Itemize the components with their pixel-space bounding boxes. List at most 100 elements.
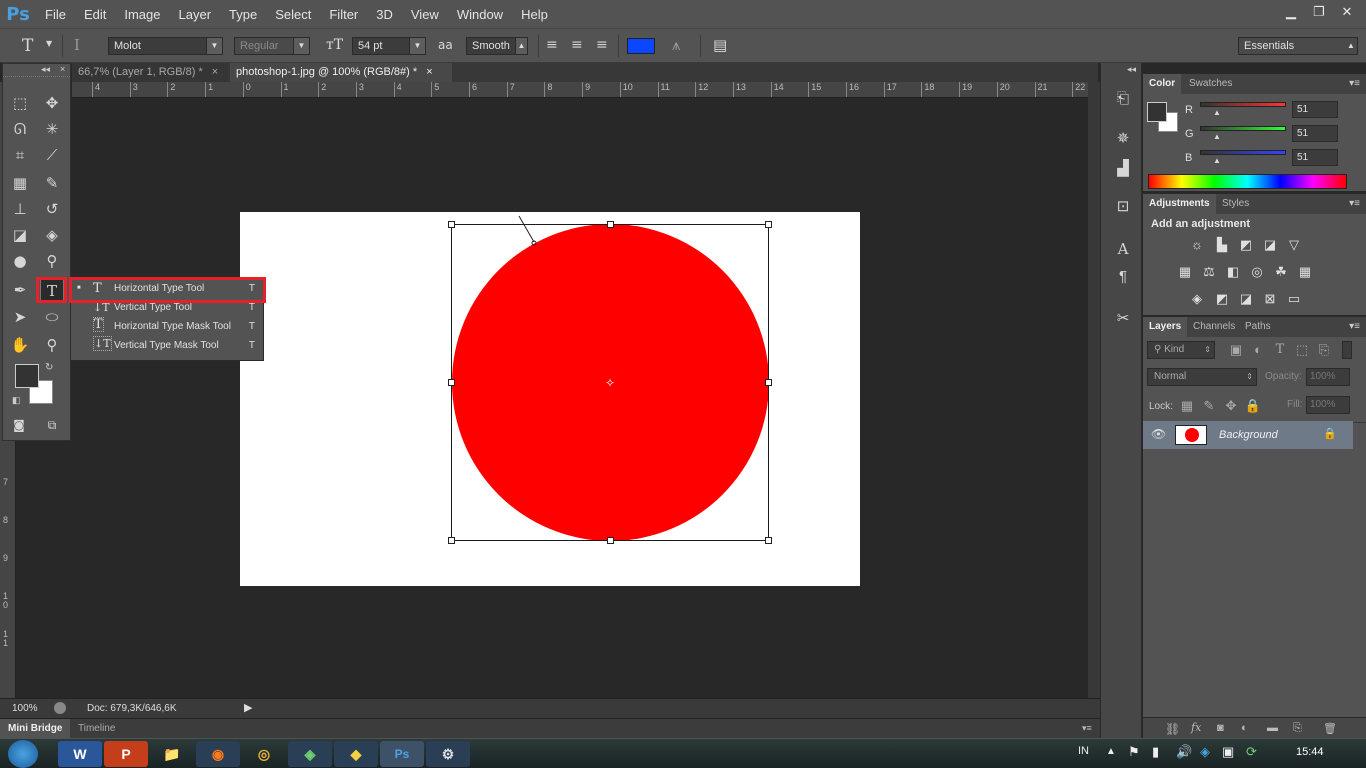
green-value-field[interactable]: 51: [1292, 125, 1338, 142]
chevron-down-icon[interactable]: ▼: [46, 39, 52, 48]
panel-menu-icon[interactable]: ▾≡: [1349, 78, 1360, 89]
taskbar-app-tool[interactable]: ◆: [334, 741, 378, 767]
history-brush-tool-icon[interactable]: ↺: [40, 198, 64, 220]
lock-position-icon[interactable]: ✥: [1222, 398, 1240, 414]
network-icon[interactable]: ▮: [1152, 744, 1159, 760]
tab-document-2[interactable]: photoshop-1.jpg @ 100% (RGB/8#) * ×: [230, 63, 452, 82]
gradient-map-icon[interactable]: ▭: [1285, 291, 1303, 307]
tab-styles[interactable]: Styles: [1216, 194, 1255, 214]
minimize-button[interactable]: ▁: [1278, 2, 1304, 22]
menu-layer[interactable]: Layer: [170, 7, 221, 22]
show-hidden-icons-icon[interactable]: ▲: [1106, 746, 1116, 757]
transform-handle[interactable]: [607, 221, 614, 228]
threshold-icon[interactable]: ◪: [1237, 291, 1255, 307]
eyedropper-tool-icon[interactable]: ⟋: [40, 144, 64, 166]
hand-tool-icon[interactable]: ✋: [8, 334, 32, 356]
zoom-tool-icon[interactable]: ⚲: [40, 334, 64, 356]
magic-wand-tool-icon[interactable]: ✳: [40, 118, 64, 140]
dodge-tool-icon[interactable]: ⚲: [40, 250, 64, 272]
anti-alias-select[interactable]: Smooth ▲: [466, 37, 528, 55]
collapse-icon[interactable]: ◂◂: [41, 64, 50, 75]
slider-thumb-icon[interactable]: ▲: [1213, 132, 1221, 141]
lock-transparent-icon[interactable]: ▦: [1178, 398, 1196, 414]
workspace-select[interactable]: Essentials ▲: [1238, 37, 1358, 55]
menu-window[interactable]: Window: [448, 7, 512, 22]
swap-colors-icon[interactable]: ↻: [45, 362, 53, 373]
align-center-icon[interactable]: ≡: [571, 37, 583, 53]
blue-value-field[interactable]: 51: [1292, 149, 1338, 166]
transform-handle[interactable]: [448, 379, 455, 386]
panel-menu-icon[interactable]: ▾≡: [1349, 321, 1360, 332]
type-tool-preset-icon[interactable]: T: [22, 36, 33, 56]
tray-sync-icon[interactable]: ⟳: [1246, 744, 1257, 760]
red-value-field[interactable]: 51: [1292, 101, 1338, 118]
layer-mask-icon[interactable]: ◙: [1217, 722, 1224, 734]
font-family-select[interactable]: Molot ▼: [108, 37, 223, 55]
toggle-orientation-icon[interactable]: Ⅰ: [74, 36, 80, 54]
tab-mini-bridge[interactable]: Mini Bridge: [0, 719, 71, 739]
layer-style-icon[interactable]: fx: [1191, 721, 1201, 734]
taskbar-app-word[interactable]: W: [58, 741, 102, 767]
adjustment-layer-icon[interactable]: ◐: [1241, 722, 1248, 734]
taskbar-app-media[interactable]: ◈: [288, 741, 332, 767]
font-style-select[interactable]: Regular ▼: [234, 37, 310, 55]
move-tool-icon[interactable]: ✥: [40, 92, 64, 114]
filter-adjustment-icon[interactable]: ◐: [1249, 342, 1267, 358]
color-lookup-icon[interactable]: ▦: [1296, 264, 1314, 280]
levels-icon[interactable]: ▙: [1213, 237, 1231, 253]
info-panel-icon[interactable]: ⊡: [1113, 197, 1133, 217]
font-size-select[interactable]: 54 pt ▼: [352, 37, 426, 55]
tray-app-icon[interactable]: ◈: [1200, 744, 1210, 760]
opacity-field[interactable]: 100%: [1306, 368, 1350, 386]
new-group-icon[interactable]: ▬: [1267, 722, 1278, 734]
exposure-icon[interactable]: ◪: [1261, 237, 1279, 253]
tab-channels[interactable]: Channels: [1187, 317, 1241, 337]
slider-thumb-icon[interactable]: ▲: [1213, 108, 1221, 117]
filter-shape-icon[interactable]: ⬚: [1293, 342, 1311, 358]
filter-pixel-icon[interactable]: ▣: [1227, 342, 1245, 358]
screen-mode-icon[interactable]: ⧉: [40, 414, 64, 436]
taskbar-app-chrome[interactable]: ◎: [242, 741, 286, 767]
selective-color-icon[interactable]: ⊠: [1261, 291, 1279, 307]
menu-image[interactable]: Image: [115, 7, 169, 22]
black-white-icon[interactable]: ◧: [1224, 264, 1242, 280]
warp-text-icon[interactable]: ⩚: [672, 36, 680, 54]
align-right-icon[interactable]: ≡: [596, 37, 608, 53]
filter-type-icon[interactable]: T: [1271, 342, 1289, 358]
menu-3d[interactable]: 3D: [367, 7, 402, 22]
tab-swatches[interactable]: Swatches: [1183, 74, 1238, 94]
pen-tool-icon[interactable]: ✒: [8, 279, 32, 301]
hue-saturation-icon[interactable]: ▦: [1176, 264, 1194, 280]
menu-edit[interactable]: Edit: [75, 7, 115, 22]
transform-handle[interactable]: [765, 379, 772, 386]
eye-visibility-icon[interactable]: 👁: [1151, 427, 1166, 441]
transform-handle[interactable]: [607, 537, 614, 544]
close-button[interactable]: ✕: [1334, 2, 1360, 22]
menu-view[interactable]: View: [402, 7, 448, 22]
healing-brush-tool-icon[interactable]: ▦: [8, 172, 32, 194]
menu-file[interactable]: File: [36, 7, 75, 22]
flyout-horizontal-type-mask-tool[interactable]: T Horizontal Type Mask Tool T: [71, 317, 263, 336]
tab-layers[interactable]: Layers: [1143, 317, 1188, 337]
transform-handle[interactable]: [765, 537, 772, 544]
menu-select[interactable]: Select: [266, 7, 320, 22]
collapse-icon[interactable]: ◂◂: [1127, 64, 1136, 75]
history-panel-icon[interactable]: ⎗: [1113, 89, 1133, 109]
lock-pixels-icon[interactable]: ✎: [1200, 398, 1218, 414]
taskbar-app-explorer[interactable]: 📁: [150, 741, 194, 767]
character-panel-icon[interactable]: A: [1113, 239, 1133, 259]
blue-slider[interactable]: [1200, 150, 1286, 155]
fill-field[interactable]: 100%: [1306, 396, 1350, 414]
color-balance-icon[interactable]: ⚖: [1200, 264, 1218, 280]
paragraph-panel-icon[interactable]: ¶: [1113, 267, 1133, 287]
transform-handle[interactable]: [765, 221, 772, 228]
link-layers-icon[interactable]: ⛓: [1165, 722, 1180, 736]
flyout-vertical-type-mask-tool[interactable]: ↓T Vertical Type Mask Tool T: [71, 336, 263, 355]
filter-smart-object-icon[interactable]: ⎘: [1315, 342, 1333, 358]
reference-point-icon[interactable]: ✧: [604, 377, 616, 389]
channel-mixer-icon[interactable]: ☘: [1272, 264, 1290, 280]
character-panel-icon[interactable]: ▤: [713, 36, 727, 54]
crop-tool-icon[interactable]: ⌗: [8, 144, 32, 166]
text-color-swatch[interactable]: [627, 38, 655, 54]
blend-mode-select[interactable]: Normal ⇕: [1147, 368, 1257, 386]
